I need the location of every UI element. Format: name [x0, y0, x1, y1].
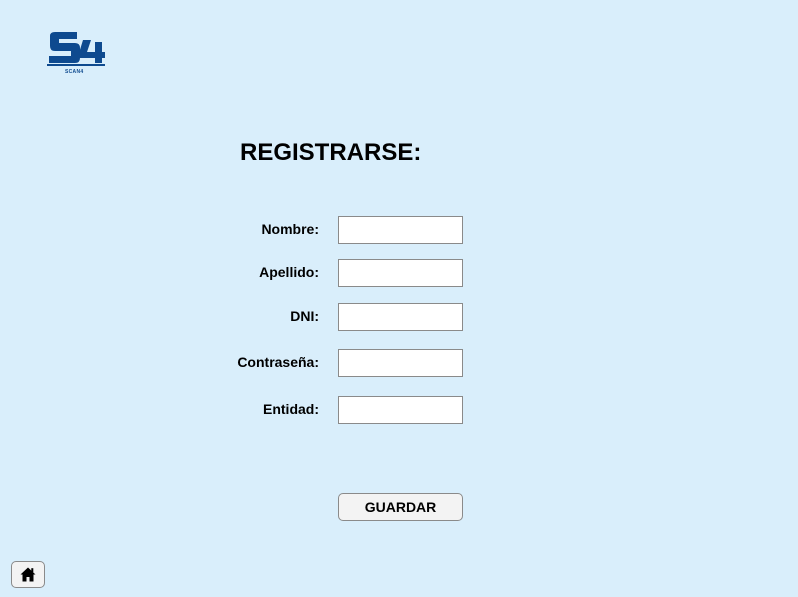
app-logo: SCAN4 — [47, 28, 105, 76]
form-row-entidad: Entidad: — [0, 396, 798, 424]
logo-mark — [47, 32, 105, 66]
form-row-dni: DNI: — [0, 303, 798, 331]
form-row-apellido: Apellido: — [0, 259, 798, 287]
dni-input[interactable] — [338, 303, 463, 331]
contrasena-input[interactable] — [338, 349, 463, 377]
dni-label: DNI: — [290, 308, 319, 324]
apellido-input[interactable] — [338, 259, 463, 287]
home-icon — [20, 567, 36, 582]
home-button[interactable] — [11, 561, 45, 588]
nombre-input[interactable] — [338, 216, 463, 244]
nombre-label: Nombre: — [261, 221, 319, 237]
logo-text: SCAN4 — [65, 69, 84, 75]
form-row-nombre: Nombre: — [0, 216, 798, 244]
form-row-contrasena: Contraseña: — [0, 349, 798, 377]
page-title: REGISTRARSE: — [240, 139, 422, 166]
apellido-label: Apellido: — [259, 264, 319, 280]
save-button[interactable]: GUARDAR — [338, 493, 463, 521]
contrasena-label: Contraseña: — [237, 354, 319, 370]
entidad-input[interactable] — [338, 396, 463, 424]
entidad-label: Entidad: — [263, 401, 319, 417]
